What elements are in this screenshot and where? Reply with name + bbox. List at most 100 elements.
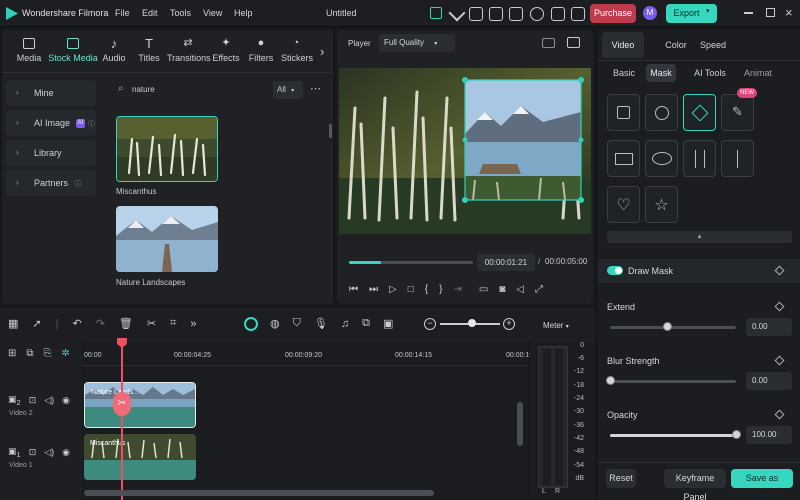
- playback-progress[interactable]: [349, 261, 473, 264]
- gift-icon[interactable]: [430, 7, 442, 19]
- timeline-playhead[interactable]: [121, 338, 123, 500]
- marker-icon[interactable]: ◍: [270, 317, 280, 330]
- media-item-miscanthus[interactable]: [116, 116, 218, 182]
- select-tool-icon[interactable]: ➚: [32, 317, 41, 330]
- lock-icon[interactable]: ⊡: [29, 447, 37, 458]
- subtab-ai-tools[interactable]: AI Tools: [690, 68, 730, 78]
- shield-icon[interactable]: ⛉: [293, 317, 301, 330]
- purchase-button[interactable]: Purchase: [590, 4, 636, 23]
- mask-single-line-tile[interactable]: [721, 140, 754, 177]
- mask-pen-tile[interactable]: [683, 94, 716, 131]
- tab-media[interactable]: Media: [16, 38, 42, 63]
- send-icon[interactable]: [448, 4, 466, 22]
- screen-record-icon[interactable]: ⧉: [362, 317, 370, 330]
- extend-slider-knob[interactable]: [662, 322, 672, 331]
- next-frame-icon[interactable]: ⏭: [369, 284, 378, 295]
- opacity-slider-knob[interactable]: [732, 430, 741, 439]
- insert-icon[interactable]: ⇥: [453, 284, 461, 295]
- crop-icon[interactable]: ⌗: [170, 317, 176, 330]
- zoom-in-icon[interactable]: +: [503, 318, 515, 330]
- current-time[interactable]: 00:00:01:21: [477, 254, 535, 271]
- avatar[interactable]: M: [643, 6, 657, 20]
- mask-rectangle-tile[interactable]: [607, 140, 640, 177]
- tab-color[interactable]: Color: [656, 40, 696, 50]
- redo-icon[interactable]: ↷: [96, 317, 105, 330]
- save-icon[interactable]: [509, 7, 523, 21]
- reset-button[interactable]: Reset: [606, 469, 636, 488]
- lightbulb-icon[interactable]: [469, 7, 483, 21]
- more-tools-icon[interactable]: »: [190, 318, 196, 330]
- stop-icon[interactable]: □: [408, 284, 414, 295]
- mask-brush-tile[interactable]: ✎: [721, 94, 754, 131]
- audio-mix-icon[interactable]: ♫: [341, 318, 349, 330]
- chevron-right-icon[interactable]: ›: [320, 44, 324, 59]
- notification-icon[interactable]: [571, 7, 585, 21]
- play-icon[interactable]: ▷: [389, 284, 397, 295]
- tab-video[interactable]: Video: [602, 40, 644, 50]
- info-icon[interactable]: ⓘ: [75, 181, 82, 188]
- timeline-horizontal-scrollbar[interactable]: [84, 490, 434, 496]
- mask-none-tile[interactable]: [645, 94, 678, 131]
- delete-icon[interactable]: 🗑: [119, 317, 133, 330]
- microphone-icon[interactable]: 🎙: [314, 317, 328, 330]
- tab-stickers[interactable]: ◔ Stickers: [281, 38, 313, 64]
- mask-double-line-tile[interactable]: [683, 140, 716, 177]
- clip-miscanthus[interactable]: Miscanthus: [84, 434, 196, 480]
- magnet-icon[interactable]: ✲: [62, 348, 70, 359]
- support-icon[interactable]: [530, 7, 544, 21]
- sidebar-item-mine[interactable]: › Mine: [6, 80, 96, 106]
- keyframe-diamond-icon[interactable]: [774, 409, 785, 420]
- display-icon[interactable]: ▭: [479, 284, 488, 295]
- split-marker-icon[interactable]: ✂: [113, 392, 131, 416]
- timeline-ruler[interactable]: 00:00 00:00:04:25 00:00:09:20 00:00:14:1…: [82, 342, 543, 366]
- eye-icon[interactable]: ◉: [62, 395, 70, 406]
- minimize-icon[interactable]: [744, 12, 753, 14]
- camera-icon[interactable]: ◙: [499, 284, 505, 295]
- extend-value[interactable]: 0.00: [746, 318, 792, 336]
- zoom-slider-knob[interactable]: [468, 319, 476, 327]
- compare-view-icon[interactable]: [542, 38, 555, 48]
- opacity-value[interactable]: 100.00: [746, 426, 792, 444]
- sidebar-item-partners[interactable]: › Partners ⓘ: [6, 170, 96, 196]
- blur-strength-slider-knob[interactable]: [606, 376, 615, 385]
- link-icon[interactable]: ⧉: [26, 348, 33, 359]
- meter-label[interactable]: Meter ▾: [543, 321, 569, 330]
- blur-strength-slider[interactable]: [610, 380, 736, 383]
- speaker-icon[interactable]: ◁): [44, 395, 54, 406]
- subtab-animation[interactable]: Animat: [740, 68, 776, 78]
- lock-icon[interactable]: ⊡: [29, 395, 37, 406]
- tab-filters[interactable]: ● Filters: [248, 38, 274, 64]
- sidebar-item-ai-image[interactable]: › AI Image AI ⓘ: [6, 110, 96, 136]
- timeline-vertical-scrollbar[interactable]: [517, 402, 523, 446]
- keyframe-diamond-icon[interactable]: [774, 301, 785, 312]
- menu-tools[interactable]: Tools: [170, 8, 191, 18]
- filter-select[interactable]: All ▾: [273, 81, 303, 99]
- fullscreen-icon[interactable]: ⤢: [535, 284, 543, 295]
- eye-icon[interactable]: ◉: [62, 447, 70, 458]
- speaker-icon[interactable]: ◁): [44, 447, 54, 458]
- menu-help[interactable]: Help: [234, 8, 253, 18]
- audio-volume-icon[interactable]: ◁: [516, 284, 524, 295]
- zoom-out-icon[interactable]: −: [424, 318, 436, 330]
- subtab-basic[interactable]: Basic: [610, 68, 638, 78]
- collapse-masks-button[interactable]: ▴: [607, 231, 792, 243]
- chevron-down-icon[interactable]: ▾: [706, 7, 710, 15]
- draw-mask-toggle[interactable]: [607, 266, 623, 275]
- keyframe-diamond-icon[interactable]: [774, 355, 785, 366]
- layout-grid-icon[interactable]: ▦: [8, 317, 18, 330]
- cloud-icon[interactable]: [551, 7, 565, 21]
- snapshot-icon[interactable]: [567, 37, 580, 48]
- more-icon[interactable]: ⋯: [310, 82, 321, 95]
- prev-frame-icon[interactable]: ⏮: [349, 284, 358, 295]
- mask-ellipse-tile[interactable]: [645, 140, 678, 177]
- menu-view[interactable]: View: [203, 8, 222, 18]
- menu-edit[interactable]: Edit: [142, 8, 158, 18]
- tab-speed[interactable]: Speed: [698, 40, 728, 50]
- render-preview-icon[interactable]: [244, 317, 258, 331]
- add-track-icon[interactable]: ⊞: [8, 348, 16, 359]
- restore-icon[interactable]: [766, 8, 775, 17]
- mask-heart-tile[interactable]: ♡: [607, 186, 640, 223]
- tab-audio[interactable]: ♪ Audio: [101, 37, 127, 63]
- pip-icon[interactable]: ▣: [383, 317, 393, 330]
- clip-nature-landscapes[interactable]: Nature Lands...: [84, 382, 196, 428]
